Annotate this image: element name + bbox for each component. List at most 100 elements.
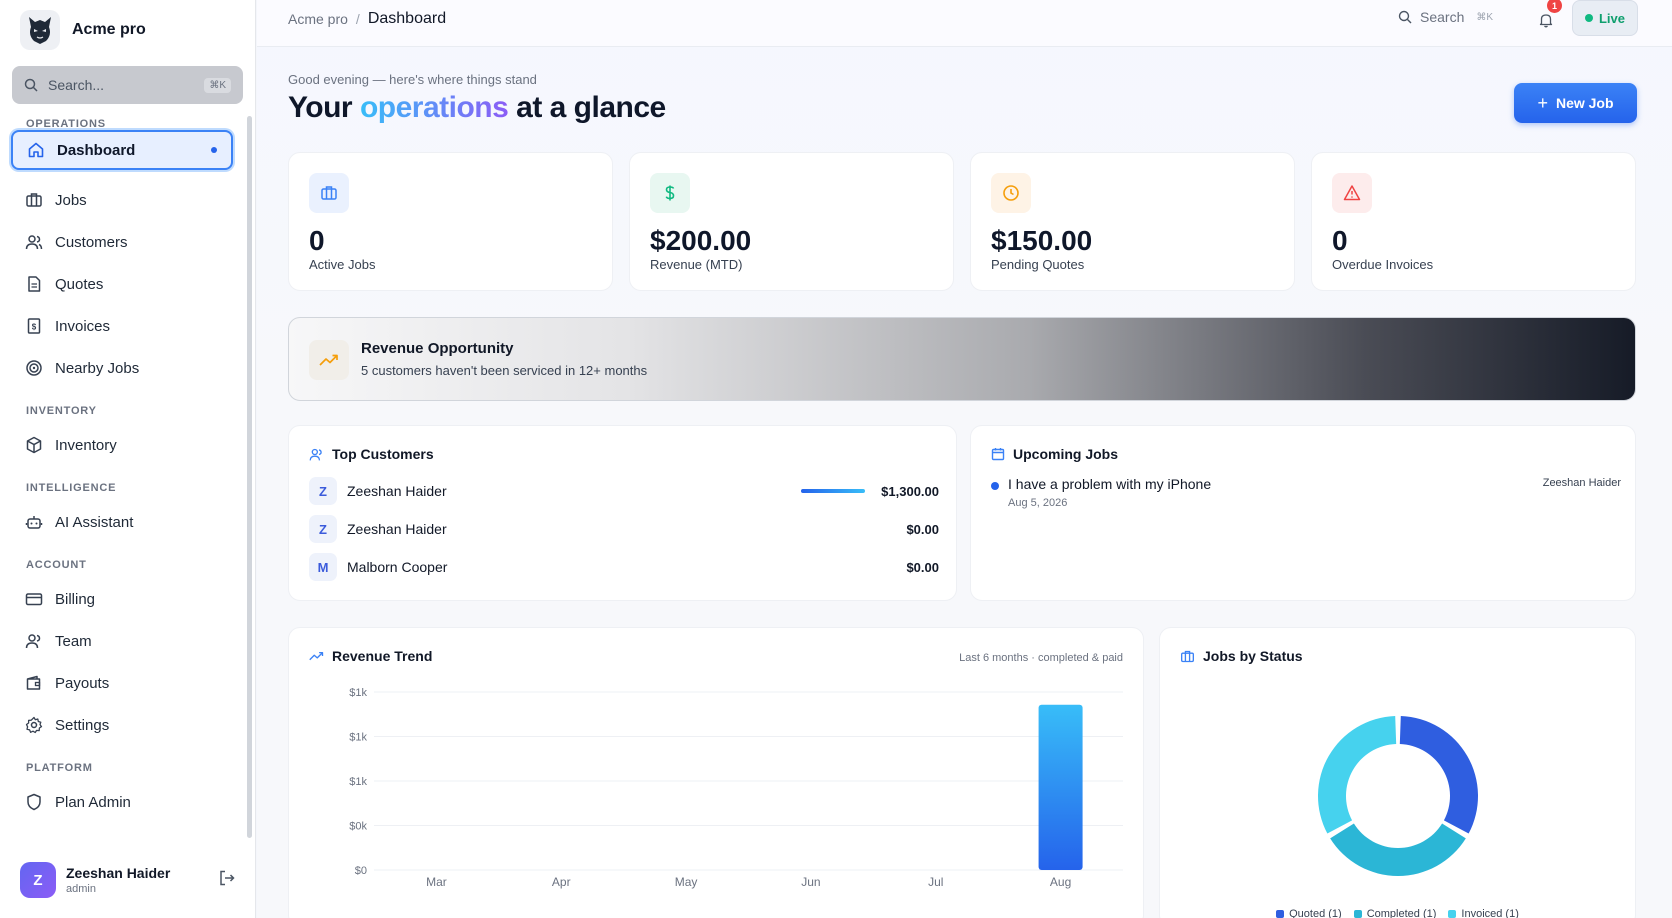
brand-name: Acme pro [72, 21, 146, 38]
live-label: Live [1598, 10, 1625, 26]
stat-card-overdue-invoices[interactable]: 0 Overdue Invoices [1311, 152, 1636, 291]
sidebar-item-label: Billing [55, 590, 96, 608]
legend-item: Completed (1) [1353, 908, 1437, 918]
legend-label: Completed (1) [1366, 908, 1437, 918]
box-icon [25, 436, 43, 454]
briefcase-icon [309, 173, 349, 213]
card-title-text: Upcoming Jobs [1013, 446, 1119, 462]
sidebar-item-label: Invoices [55, 317, 111, 335]
bar[interactable] [1038, 704, 1083, 870]
briefcase-icon [25, 191, 43, 209]
search-shortcut: ⌘K [204, 77, 231, 93]
sidebar-item-label: Settings [55, 716, 110, 734]
sidebar-item-dashboard[interactable]: Dashboard [11, 130, 233, 170]
customer-amount: $0.00 [906, 521, 939, 537]
brand[interactable]: Acme pro [0, 0, 255, 60]
sidebar-item-invoices[interactable]: $ Invoices [11, 306, 233, 346]
stat-card-revenue[interactable]: $200.00 Revenue (MTD) [629, 152, 954, 291]
calendar-icon [991, 448, 1005, 461]
legend-swatch [1448, 910, 1457, 918]
user-name: Zeeshan Haider [66, 865, 171, 881]
sidebar-item-quotes[interactable]: Quotes [11, 264, 233, 304]
card-title-text: Top Customers [332, 446, 434, 462]
sidebar-item-label: Payouts [55, 674, 110, 692]
stat-label: Pending Quotes [991, 257, 1085, 272]
sidebar-item-nearby-jobs[interactable]: Nearby Jobs [11, 348, 233, 388]
sidebar-item-team[interactable]: Team [11, 621, 233, 661]
x-tick-label: Jun [801, 875, 820, 889]
sidebar-item-ai-assistant[interactable]: AI Assistant [11, 502, 233, 542]
breadcrumb-current: Dashboard [367, 10, 447, 27]
job-title: I have a problem with my iPhone [1008, 476, 1212, 492]
svg-text:$: $ [32, 323, 37, 332]
y-tick-label: $1k [349, 732, 367, 744]
topbar: Acme pro / Dashboard Search ⌘K 1 Live [257, 0, 1672, 47]
sidebar-item-label: AI Assistant [55, 513, 134, 531]
header-search-shortcut: ⌘K [1476, 11, 1494, 23]
search-icon [1398, 10, 1412, 24]
list-item[interactable]: M Malborn Cooper $0.00 [309, 552, 939, 582]
jobs-by-status-chart [1318, 716, 1478, 876]
section-label-platform: PLATFORM [26, 762, 93, 774]
sidebar-item-jobs[interactable]: Jobs [11, 180, 233, 220]
wallet-icon [25, 674, 43, 692]
title-suffix: at a glance [508, 91, 666, 124]
live-status-button[interactable]: Live [1572, 0, 1638, 36]
job-date: Aug 5, 2026 [1008, 497, 1068, 509]
bot-icon [25, 513, 43, 531]
brand-logo-icon [20, 10, 60, 50]
sidebar-search-input[interactable]: Search... ⌘K [12, 66, 243, 104]
chart-legend: Quoted (1) Completed (1) Invoiced (1) [1160, 908, 1635, 918]
stat-value: 0 [1332, 225, 1348, 256]
new-job-button[interactable]: + New Job [1514, 83, 1637, 123]
header-search-button[interactable]: Search ⌘K [1398, 9, 1493, 25]
user-profile[interactable]: Z Zeeshan Haider admin [20, 862, 236, 898]
list-item[interactable]: Z Zeeshan Haider $1,300.00 [309, 476, 939, 506]
donut-slice[interactable] [1330, 823, 1466, 876]
sidebar-item-billing[interactable]: Billing [11, 579, 233, 619]
list-item[interactable]: Z Zeeshan Haider $0.00 [309, 514, 939, 544]
y-tick-label: $1k [349, 687, 367, 699]
sidebar-item-label: Team [55, 632, 92, 650]
donut-slice[interactable] [1318, 716, 1397, 834]
customer-name: Zeeshan Haider [347, 483, 447, 499]
sidebar-item-label: Jobs [55, 191, 87, 209]
top-customers-card: Top Customers Z Zeeshan Haider $1,300.00… [288, 425, 957, 601]
team-icon [25, 632, 43, 650]
sidebar-item-settings[interactable]: Settings [11, 705, 233, 745]
new-job-label: New Job [1555, 95, 1614, 111]
card-title: Upcoming Jobs [991, 446, 1118, 462]
section-label-intelligence: INTELLIGENCE [26, 482, 117, 494]
sidebar-item-label: Dashboard [57, 141, 136, 159]
sidebar-item-label: Quotes [55, 275, 104, 293]
stat-card-active-jobs[interactable]: 0 Active Jobs [288, 152, 613, 291]
logout-icon[interactable] [218, 869, 236, 892]
x-tick-label: May [675, 875, 698, 889]
stat-card-pending-quotes[interactable]: $150.00 Pending Quotes [970, 152, 1295, 291]
x-tick-label: Aug [1050, 875, 1071, 889]
revenue-opportunity-banner[interactable]: Revenue Opportunity 5 customers haven't … [288, 317, 1636, 401]
document-icon [25, 275, 43, 293]
donut-slice[interactable] [1399, 716, 1478, 834]
sidebar-item-plan-admin[interactable]: Plan Admin [11, 782, 233, 822]
opportunity-subtitle: 5 customers haven't been serviced in 12+… [361, 363, 648, 378]
sidebar-item-label: Customers [55, 233, 128, 251]
sidebar-item-customers[interactable]: Customers [11, 222, 233, 262]
customer-amount: $1,300.00 [881, 483, 939, 499]
sidebar-scrollbar[interactable] [247, 116, 252, 838]
card-icon [25, 590, 43, 608]
breadcrumb-root[interactable]: Acme pro [288, 11, 348, 27]
sidebar-item-payouts[interactable]: Payouts [11, 663, 233, 703]
gear-icon [25, 716, 43, 734]
notifications-badge: 1 [1547, 0, 1562, 13]
customer-share-bar [801, 489, 865, 493]
opportunity-title: Revenue Opportunity [361, 340, 514, 357]
job-assignee: Zeeshan Haider [1542, 477, 1621, 489]
section-label-inventory: INVENTORY [26, 405, 97, 417]
revenue-trend-card: Revenue Trend Last 6 months · completed … [288, 627, 1144, 918]
legend-item: Quoted (1) [1276, 908, 1342, 918]
legend-item: Invoiced (1) [1448, 908, 1519, 918]
sidebar-item-inventory[interactable]: Inventory [11, 425, 233, 465]
active-indicator [211, 147, 217, 153]
upcoming-jobs-card: Upcoming Jobs I have a problem with my i… [970, 425, 1636, 601]
